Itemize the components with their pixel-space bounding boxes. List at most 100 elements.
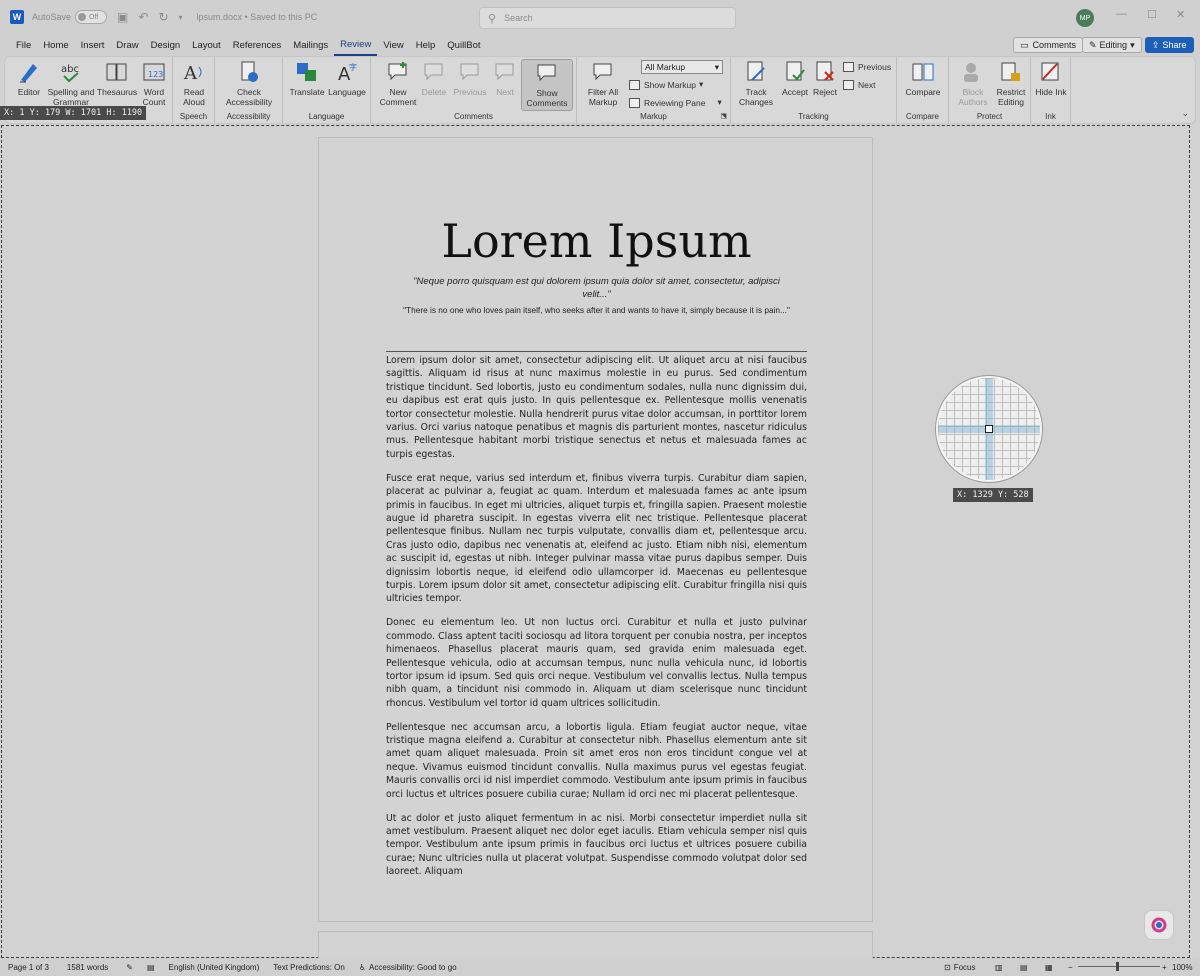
search-input[interactable]: ⚲ Search <box>479 7 736 29</box>
tab-mailings[interactable]: Mailings <box>287 34 334 56</box>
maximize-icon[interactable]: ☐ <box>1147 8 1157 21</box>
previous-comment-button[interactable]: Previous <box>453 59 487 97</box>
pencil-icon: ✎ <box>1089 39 1097 50</box>
language-button[interactable]: A字 Language <box>327 59 367 97</box>
focus-label: Focus <box>953 962 976 972</box>
compare-group-label: Compare <box>906 112 939 121</box>
check-accessibility-button[interactable]: Check Accessibility <box>219 59 279 107</box>
collapse-ribbon-icon[interactable]: ⌄ <box>1181 108 1189 119</box>
accept-button[interactable]: Accept <box>781 59 809 97</box>
previous-comment-label: Previous <box>453 87 487 97</box>
previous-change-button[interactable]: Previous <box>843 62 891 72</box>
lock-icon <box>999 59 1023 85</box>
zoom-level[interactable]: 100% <box>1172 958 1192 976</box>
close-icon[interactable]: ✕ <box>1176 8 1185 21</box>
compare-button[interactable]: Compare <box>903 59 943 97</box>
document-filename[interactable]: lpsum.docx • Saved to this PC <box>197 12 318 22</box>
autosave-toggle[interactable]: Off <box>75 10 108 24</box>
reject-button[interactable]: Reject <box>811 59 839 97</box>
track-changes-button[interactable]: Track Changes <box>735 59 777 107</box>
comments-button[interactable]: ▭ Comments <box>1013 37 1084 53</box>
tab-review[interactable]: Review <box>334 34 378 56</box>
read-aloud-button[interactable]: A Read Aloud <box>177 59 211 107</box>
redo-icon[interactable]: ↻ <box>158 10 168 24</box>
compare-icon <box>911 59 935 85</box>
next-comment-button[interactable]: Next <box>491 59 519 97</box>
word-count-label: Word Count <box>142 87 166 107</box>
translate-label: Translate <box>289 87 325 97</box>
block-authors-label: Block Authors <box>958 87 988 107</box>
word-count-button[interactable]: 123 Word Count <box>139 59 169 107</box>
page-indicator[interactable]: Page 1 of 3 <box>8 963 49 972</box>
chevron-down-icon: ▾ <box>717 97 722 107</box>
new-comment-button[interactable]: New Comment <box>379 59 417 107</box>
web-layout-icon[interactable]: ▦ <box>1045 958 1053 976</box>
minimize-icon[interactable]: — <box>1116 8 1127 20</box>
proofing-status-icon[interactable]: ✎ <box>126 963 133 972</box>
markup-display-value: All Markup <box>645 62 686 72</box>
hide-ink-button[interactable]: Hide Ink <box>1035 59 1067 97</box>
save-icon[interactable]: ▣ <box>117 10 128 24</box>
read-mode-icon[interactable]: ▥ <box>995 958 1003 976</box>
document-body: Lorem ipsum dolor sit amet, consectetur … <box>386 354 807 889</box>
copilot-button[interactable] <box>1144 910 1174 940</box>
tab-layout[interactable]: Layout <box>186 34 227 56</box>
tab-insert[interactable]: Insert <box>75 34 111 56</box>
tab-quillbot[interactable]: QuillBot <box>441 34 486 56</box>
focus-button[interactable]: ⊡ Focus <box>944 958 976 976</box>
filter-all-markup-button[interactable]: Filter All Markup <box>581 59 625 107</box>
previous-change-label: Previous <box>858 62 892 72</box>
tab-design[interactable]: Design <box>145 34 187 56</box>
delete-comment-button[interactable]: Delete <box>419 59 449 97</box>
customize-quick-access-icon[interactable]: ▾ <box>179 13 183 22</box>
avatar[interactable]: MP <box>1076 9 1094 27</box>
zoom-slider-thumb[interactable] <box>1116 962 1119 971</box>
crosshair-center <box>985 425 993 433</box>
compare-group: Compare Compare <box>897 57 949 123</box>
show-markup-button[interactable]: Show Markup ▾ <box>629 79 703 90</box>
block-authors-button[interactable]: Block Authors <box>953 59 993 107</box>
translate-button[interactable]: Translate <box>289 59 325 97</box>
paragraph: Lorem ipsum dolor sit amet, consectetur … <box>386 355 807 460</box>
toggle-knob <box>78 13 87 21</box>
print-layout-icon[interactable]: ▤ <box>1020 958 1028 976</box>
editor-button[interactable]: Editor <box>11 59 47 97</box>
document-page-2[interactable] <box>318 931 873 961</box>
tab-references[interactable]: References <box>227 34 288 56</box>
restrict-editing-button[interactable]: Restrict Editing <box>993 59 1029 107</box>
next-change-button[interactable]: Next <box>843 80 875 90</box>
word-count-indicator[interactable]: 1581 words <box>67 963 108 972</box>
reviewing-pane-button[interactable]: Reviewing Pane ▾ <box>629 97 722 108</box>
spelling-grammar-button[interactable]: abc Spelling and Grammar <box>45 59 97 107</box>
macro-recording-icon[interactable]: ▤ <box>147 963 155 972</box>
speech-group: A Read Aloud Speech <box>173 57 215 123</box>
text-predictions-indicator[interactable]: Text Predictions: On <box>273 963 345 972</box>
zoom-out-icon[interactable]: − <box>1068 958 1073 976</box>
language-indicator[interactable]: English (United Kingdom) <box>169 963 260 972</box>
hide-ink-icon <box>1039 59 1063 85</box>
tab-draw[interactable]: Draw <box>110 34 144 56</box>
language-label: Language <box>328 87 366 97</box>
speech-group-label: Speech <box>179 112 208 121</box>
zoom-slider[interactable] <box>1078 966 1160 967</box>
accessibility-indicator[interactable]: ♿ Accessibility: Good to go <box>359 963 457 972</box>
tab-view[interactable]: View <box>377 34 409 56</box>
chevron-down-icon: ▾ <box>698 79 704 89</box>
protect-group-label: Protect <box>976 112 1003 121</box>
show-comments-button[interactable]: Show Comments <box>521 59 573 111</box>
dialog-launcher-icon[interactable]: ⬔ <box>720 112 727 120</box>
tab-file[interactable]: File <box>10 34 37 56</box>
share-button-label: Share <box>1162 40 1187 50</box>
undo-icon[interactable]: ↶ <box>138 10 148 24</box>
zoom-in-icon[interactable]: + <box>1162 958 1167 976</box>
latin-quote: "Neque porro quisquam est qui dolorem ip… <box>413 276 780 300</box>
editing-mode-button[interactable]: ✎ Editing ▾ <box>1082 37 1142 53</box>
document-page[interactable]: Lorem Ipsum "Neque porro quisquam est qu… <box>318 137 873 922</box>
thesaurus-button[interactable]: Thesaurus <box>97 59 137 97</box>
tab-help[interactable]: Help <box>410 34 442 56</box>
autosave-label: AutoSave <box>32 12 72 22</box>
ink-group-label: Ink <box>1045 112 1056 121</box>
tab-home[interactable]: Home <box>37 34 74 56</box>
markup-display-select[interactable]: All Markup ▾ <box>641 60 723 74</box>
share-button[interactable]: ⇪ Share <box>1145 37 1194 53</box>
